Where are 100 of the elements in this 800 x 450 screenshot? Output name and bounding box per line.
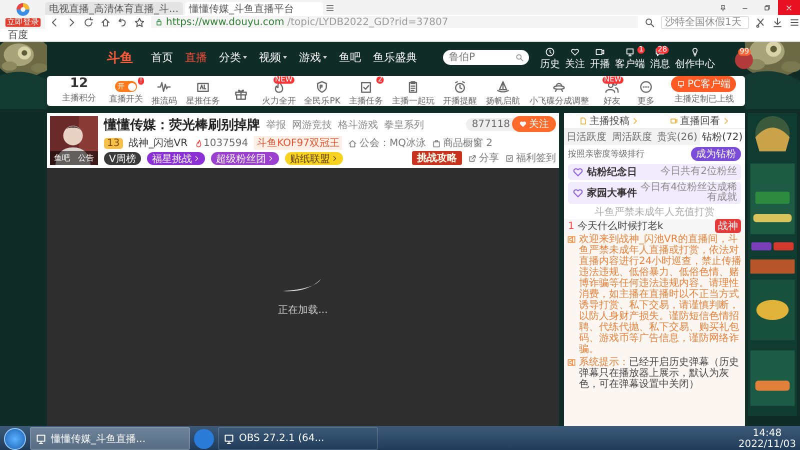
reload-icon[interactable]: [83, 16, 94, 28]
anchor-name[interactable]: 战神_闪池VR: [128, 136, 188, 150]
rank-tab[interactable]: 周活跃度: [609, 129, 654, 145]
clock-icon: [545, 46, 555, 56]
speaker-icon: [567, 358, 576, 367]
header-action[interactable]: 开播: [590, 44, 610, 70]
chat-message: 欢迎来到战神_闪池VR的直播间，斗鱼严禁未成年人直播或打赏，依法对直播内容进行24小时巡查，禁止传播违法违规、低俗暴力、低俗色情、赌博诈骗等任何违法违规内容。请理性消费，如主播在直播时以不正当方式诱导打赏、私下交易，请谨慎判断，以防人身财产损失。谨防短信色情招聘、代练代抛、私下交易、购买礼包码、游戏币等广告信息，谨防网络诈骗。: [579, 234, 742, 355]
chevron-icon: [266, 155, 274, 162]
download-icon[interactable]: [772, 16, 783, 28]
toolbar-item[interactable]: 开播提醒: [439, 74, 482, 108]
menu-icon[interactable]: [789, 16, 800, 28]
join-button[interactable]: 成为钻粉: [691, 147, 741, 161]
heart-icon: [570, 46, 580, 56]
room-badge[interactable]: 福星挑战: [146, 152, 205, 165]
room-badge[interactable]: V周榜: [104, 152, 141, 165]
rank-number: 1: [568, 220, 574, 232]
zoom-icon[interactable]: [644, 16, 655, 28]
category-link[interactable]: 格斗游戏: [338, 118, 378, 132]
rank-note: 按照亲密度等级排行: [568, 148, 644, 160]
toolbar-item[interactable]: 全民乐PK: [300, 74, 345, 108]
client-button[interactable]: PC客户端: [671, 76, 736, 92]
window-icon: [35, 432, 47, 444]
nav-item[interactable]: 分类: [219, 50, 247, 65]
event-card[interactable]: 钻粉纪念日 今日共有2位粉丝: [568, 164, 741, 180]
heat-count: 1037594: [204, 138, 248, 148]
site-logo[interactable]: 斗鱼: [107, 48, 133, 66]
panel-link[interactable]: 主播投稿: [564, 113, 654, 128]
app-icon[interactable]: [194, 428, 214, 448]
panel-link[interactable]: 直播回看: [654, 113, 745, 128]
score-value: 12: [70, 77, 88, 91]
window-icon: [223, 432, 235, 444]
checkbox-icon: [505, 154, 514, 162]
toolbar-item[interactable]: 更多: [628, 74, 663, 108]
toolbar-item[interactable]: 主播一起玩: [387, 74, 440, 108]
checklist-icon: [359, 80, 374, 94]
browser-tab[interactable]: 懂懂传媒_斗鱼直播平台: [185, 2, 323, 15]
avatar-link[interactable]: 鱼吧: [54, 152, 70, 164]
address-field[interactable]: https://www.douyu.com /topic/LYDB2022_GD?rid=37807: [151, 16, 638, 28]
login-button[interactable]: 立即登录: [4, 18, 40, 26]
browser-tab[interactable]: 电视直播_高清体育直播_斗...: [45, 2, 183, 15]
clock-date: 2022/11/03: [738, 438, 796, 450]
room-badge[interactable]: 贴纸联盟: [284, 152, 343, 165]
rank-tab[interactable]: 钻粉(72): [700, 129, 745, 145]
category-link[interactable]: 拳皇系列: [384, 118, 424, 132]
guild-label[interactable]: 公会：MQ冰泳: [359, 136, 426, 150]
nav-item[interactable]: 游戏: [299, 50, 327, 65]
challenge-banner[interactable]: 挑战攻略: [412, 151, 462, 165]
share-icon: [468, 154, 477, 162]
header-action[interactable]: 关注: [565, 44, 585, 70]
fire-icon: [194, 138, 203, 148]
toolbar-item[interactable]: 星推任务: [181, 74, 224, 108]
header-action[interactable]: 历史: [540, 44, 560, 70]
gift-icon: [234, 86, 248, 100]
header-action[interactable]: 创作中心: [675, 44, 715, 70]
notice-text: 斗鱼严禁未成年人充值打赏: [594, 206, 716, 219]
shop-link[interactable]: 商品橱窗 2: [442, 136, 492, 150]
nav-item[interactable]: 视频: [259, 50, 287, 65]
category-link[interactable]: 网游竞技: [292, 118, 332, 132]
taskbar-item[interactable]: 懂懂传媒_斗鱼直播...: [30, 427, 190, 450]
close-icon: [785, 4, 793, 12]
scissors-icon[interactable]: [755, 16, 766, 28]
checkin-link[interactable]: 福利签到: [505, 151, 556, 165]
report-link[interactable]: 举报: [266, 118, 286, 132]
monitor-icon: [625, 46, 635, 56]
heart-icon: [572, 187, 584, 199]
shield-icon: [315, 80, 330, 94]
rank-tab[interactable]: 贵宾(26): [654, 129, 700, 145]
heart-icon: [572, 166, 584, 178]
toolbar-item[interactable]: 推流码: [147, 74, 182, 108]
new-tab-icon[interactable]: [325, 2, 335, 12]
score-label: 主播积分: [62, 92, 96, 104]
restore-icon[interactable]: [763, 4, 771, 12]
bulb-icon: [690, 46, 700, 56]
bookmark-star-icon[interactable]: [134, 16, 145, 28]
nav-item[interactable]: 直播: [185, 50, 207, 65]
bookmark-link[interactable]: 百度: [8, 28, 28, 42]
pinned-message: 今天什么时候打老k: [577, 220, 664, 233]
monitor-icon: [677, 80, 686, 88]
chevron-icon: [631, 116, 640, 124]
rank-tab[interactable]: 日活跃度: [564, 129, 610, 145]
document-icon: [579, 116, 588, 124]
share-link[interactable]: 分享: [468, 151, 499, 165]
heart-icon: [519, 120, 527, 128]
nav-item[interactable]: 鱼乐盛典: [373, 50, 417, 65]
undo-icon[interactable]: [117, 16, 128, 28]
user-tag: 战神: [715, 219, 741, 233]
start-button[interactable]: [4, 428, 26, 450]
video-player[interactable]: 正在加载...: [47, 168, 559, 426]
taskbar-item[interactable]: OBS 27.2.1 (64...: [218, 427, 378, 450]
room-badge[interactable]: 超级粉丝团: [210, 152, 279, 165]
search-field[interactable]: 鲁伯P: [443, 50, 529, 65]
speaker-icon: [567, 235, 576, 244]
nav-item[interactable]: 鱼吧: [339, 50, 361, 65]
search-field[interactable]: 沙特全国休假1天: [661, 16, 749, 28]
toolbar-item[interactable]: 小飞碟分成调整: [524, 74, 595, 108]
alarm-clock-icon: [453, 80, 468, 94]
home-icon[interactable]: [100, 16, 111, 28]
toolbar-item[interactable]: 扬帆启航: [482, 74, 524, 108]
nav-item[interactable]: 首页: [151, 50, 173, 65]
browser-logo-icon[interactable]: [14, 2, 32, 16]
